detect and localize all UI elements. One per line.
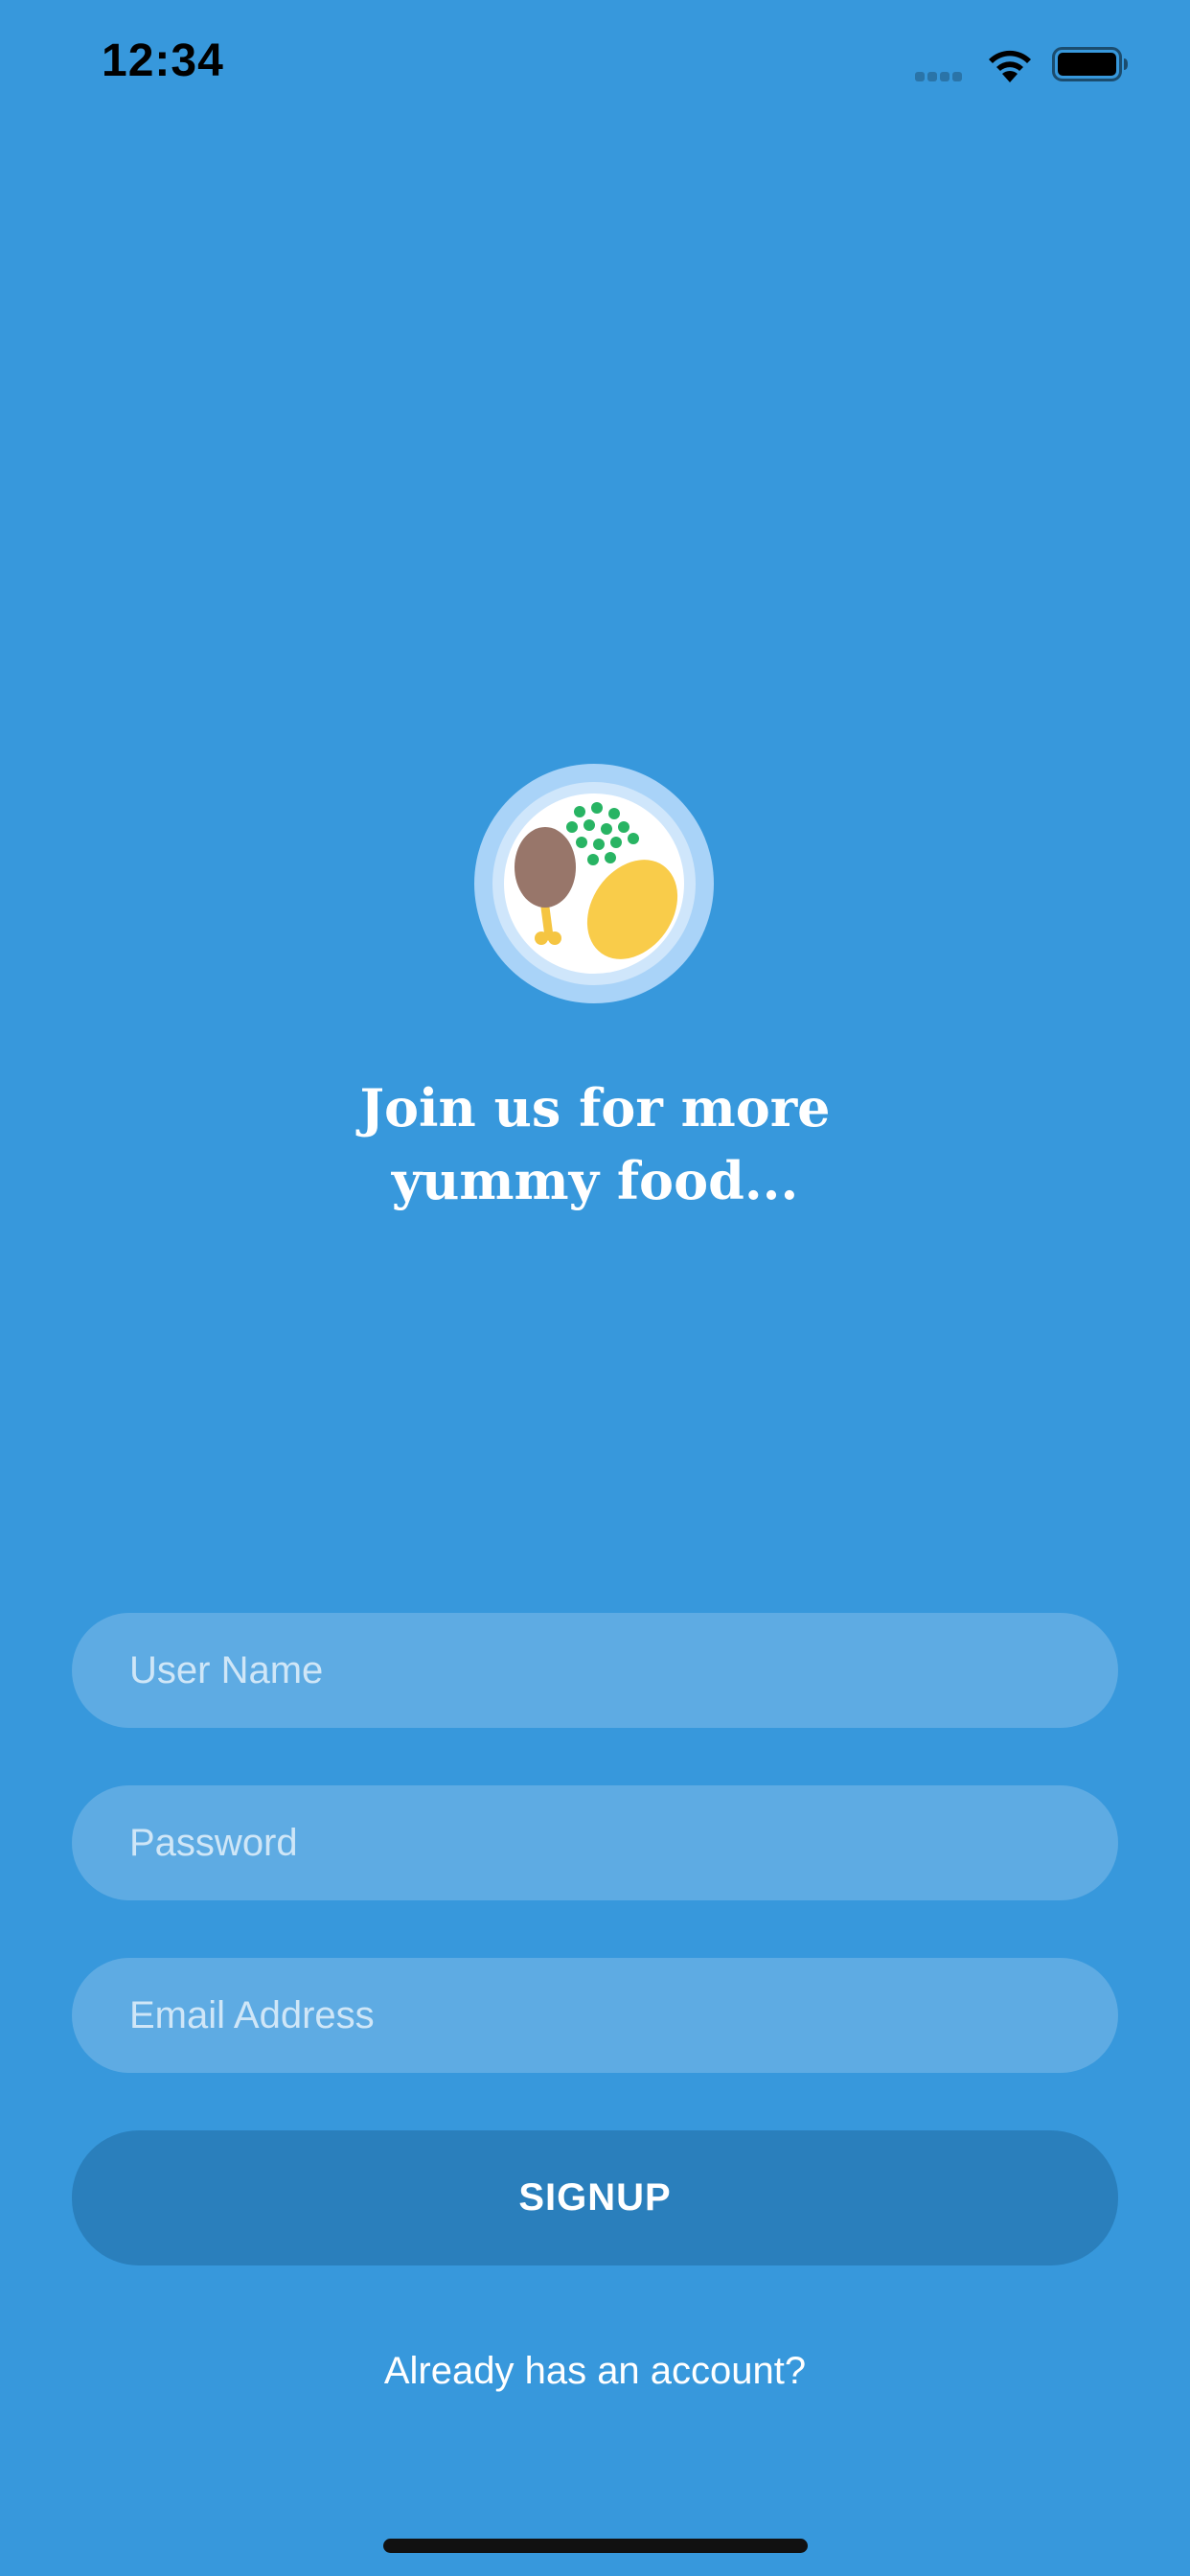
email-field[interactable] bbox=[72, 1958, 1118, 2073]
password-field[interactable] bbox=[72, 1785, 1118, 1900]
cellular-signal-icon bbox=[915, 69, 969, 81]
food-plate-icon bbox=[474, 764, 714, 1003]
status-bar: 12:34 bbox=[0, 0, 1190, 126]
home-indicator bbox=[383, 2539, 808, 2553]
username-field[interactable] bbox=[72, 1613, 1118, 1728]
status-time: 12:34 bbox=[102, 35, 224, 86]
login-link[interactable]: Already has an account? bbox=[0, 2350, 1190, 2393]
username-input[interactable] bbox=[129, 1613, 1118, 1728]
tagline-line-1: Join us for more bbox=[359, 1077, 831, 1138]
email-input[interactable] bbox=[129, 1958, 1118, 2073]
battery-icon bbox=[1052, 47, 1128, 81]
wifi-icon bbox=[989, 50, 1031, 82]
password-input[interactable] bbox=[129, 1785, 1118, 1900]
signup-button[interactable]: SIGNUP bbox=[72, 2130, 1118, 2266]
tagline-line-2: yummy food... bbox=[391, 1150, 799, 1211]
